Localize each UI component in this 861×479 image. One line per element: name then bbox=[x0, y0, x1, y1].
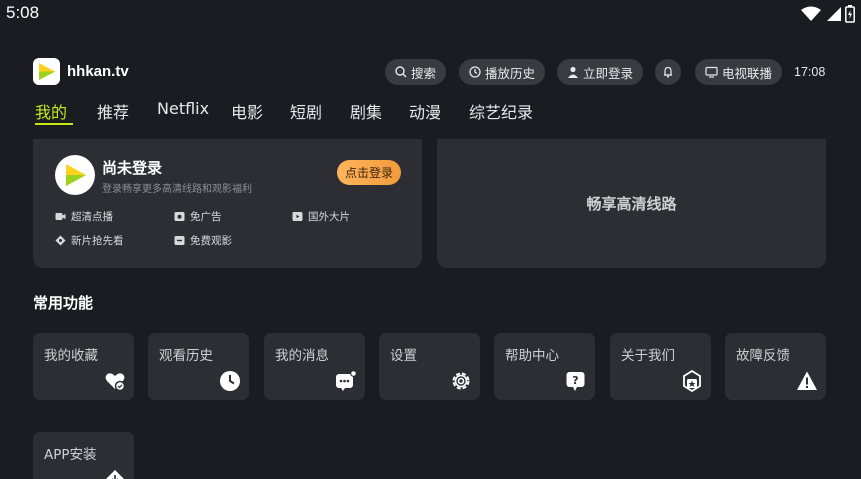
battery-icon bbox=[845, 5, 855, 23]
tab-movies[interactable]: 电影 bbox=[231, 99, 263, 123]
tab-variety[interactable]: 综艺纪录 bbox=[469, 99, 533, 123]
tv-label: 电视联播 bbox=[722, 65, 773, 81]
login-label: 立即登录 bbox=[583, 65, 634, 81]
app-header: hhkan.tv 搜索 播放历史 立即登录 电视联播 17:08 bbox=[33, 58, 833, 86]
tab-anime[interactable]: 动漫 bbox=[409, 99, 441, 123]
notification-button[interactable] bbox=[655, 59, 681, 85]
avatar bbox=[55, 155, 95, 195]
login-subtitle: 登录畅享更多高清线路和观影福利 bbox=[102, 184, 252, 195]
video-camera-icon bbox=[55, 213, 66, 220]
wifi-icon bbox=[801, 6, 821, 21]
brand-name: hhkan.tv bbox=[67, 63, 129, 80]
clock-icon bbox=[220, 371, 240, 391]
status-icons bbox=[801, 5, 855, 23]
warning-icon bbox=[797, 371, 817, 390]
ad-free-icon bbox=[174, 212, 185, 221]
status-bar: 5:08 bbox=[0, 0, 861, 28]
common-functions-title: 常用功能 bbox=[33, 294, 94, 312]
help-icon: ? bbox=[566, 372, 585, 391]
search-button[interactable]: 搜索 bbox=[385, 59, 447, 85]
tile-feedback[interactable]: 故障反馈 bbox=[725, 333, 826, 400]
user-icon bbox=[568, 66, 578, 78]
svg-text:?: ? bbox=[572, 374, 578, 387]
tile-about-us[interactable]: 关于我们 bbox=[610, 333, 711, 400]
perk-hd: 超清点播 bbox=[55, 209, 113, 224]
tile-favorites[interactable]: 我的收藏 bbox=[33, 333, 134, 400]
heart-check-icon bbox=[105, 373, 126, 392]
login-button-header[interactable]: 立即登录 bbox=[557, 59, 644, 85]
tile-messages[interactable]: 我的消息 bbox=[264, 333, 365, 400]
login-card[interactable]: 尚未登录 登录畅享更多高清线路和观影福利 点击登录 超清点播 免广告 国外大片 … bbox=[33, 139, 422, 268]
gear-icon bbox=[452, 372, 470, 390]
tab-active-underline bbox=[35, 123, 73, 125]
search-icon bbox=[395, 66, 407, 78]
perk-foreign-films: 国外大片 bbox=[292, 209, 350, 224]
tile-settings[interactable]: 设置 bbox=[379, 333, 480, 400]
tab-netflix[interactable]: Netflix bbox=[157, 99, 209, 118]
perk-free-watch: 免费观影 bbox=[174, 233, 232, 248]
tile-help-center[interactable]: 帮助中心 ? bbox=[494, 333, 595, 400]
tile-watch-history[interactable]: 观看历史 bbox=[148, 333, 249, 400]
app-logo bbox=[33, 58, 60, 85]
tab-recommend[interactable]: 推荐 bbox=[97, 99, 129, 123]
header-clock: 17:08 bbox=[794, 65, 826, 79]
app-install-icon bbox=[106, 470, 124, 479]
perk-early-access: 新片抢先看 bbox=[55, 233, 124, 248]
perk-no-ads: 免广告 bbox=[174, 209, 222, 224]
free-icon bbox=[174, 236, 185, 245]
history-button[interactable]: 播放历史 bbox=[459, 59, 546, 85]
tab-series[interactable]: 剧集 bbox=[350, 99, 382, 123]
login-title: 尚未登录 bbox=[102, 159, 163, 177]
diamond-icon bbox=[55, 235, 66, 246]
bell-icon bbox=[664, 66, 672, 78]
signal-icon bbox=[827, 7, 841, 21]
badge-icon bbox=[683, 370, 701, 392]
film-icon bbox=[292, 212, 303, 221]
click-login-button[interactable]: 点击登录 bbox=[337, 160, 401, 185]
search-label: 搜索 bbox=[411, 65, 437, 81]
tile-app-install[interactable]: APP安装 bbox=[33, 432, 134, 479]
history-label: 播放历史 bbox=[485, 65, 536, 81]
tv-icon bbox=[705, 66, 718, 78]
tv-cast-button[interactable]: 电视联播 bbox=[695, 59, 783, 85]
tab-mine[interactable]: 我的 bbox=[35, 99, 67, 123]
hd-route-card[interactable]: 畅享高清线路 bbox=[437, 139, 826, 268]
status-time: 5:08 bbox=[6, 3, 40, 22]
tab-shorts[interactable]: 短剧 bbox=[290, 99, 322, 123]
message-icon bbox=[336, 370, 357, 391]
hd-route-label: 畅享高清线路 bbox=[586, 195, 677, 213]
history-icon bbox=[469, 66, 481, 78]
